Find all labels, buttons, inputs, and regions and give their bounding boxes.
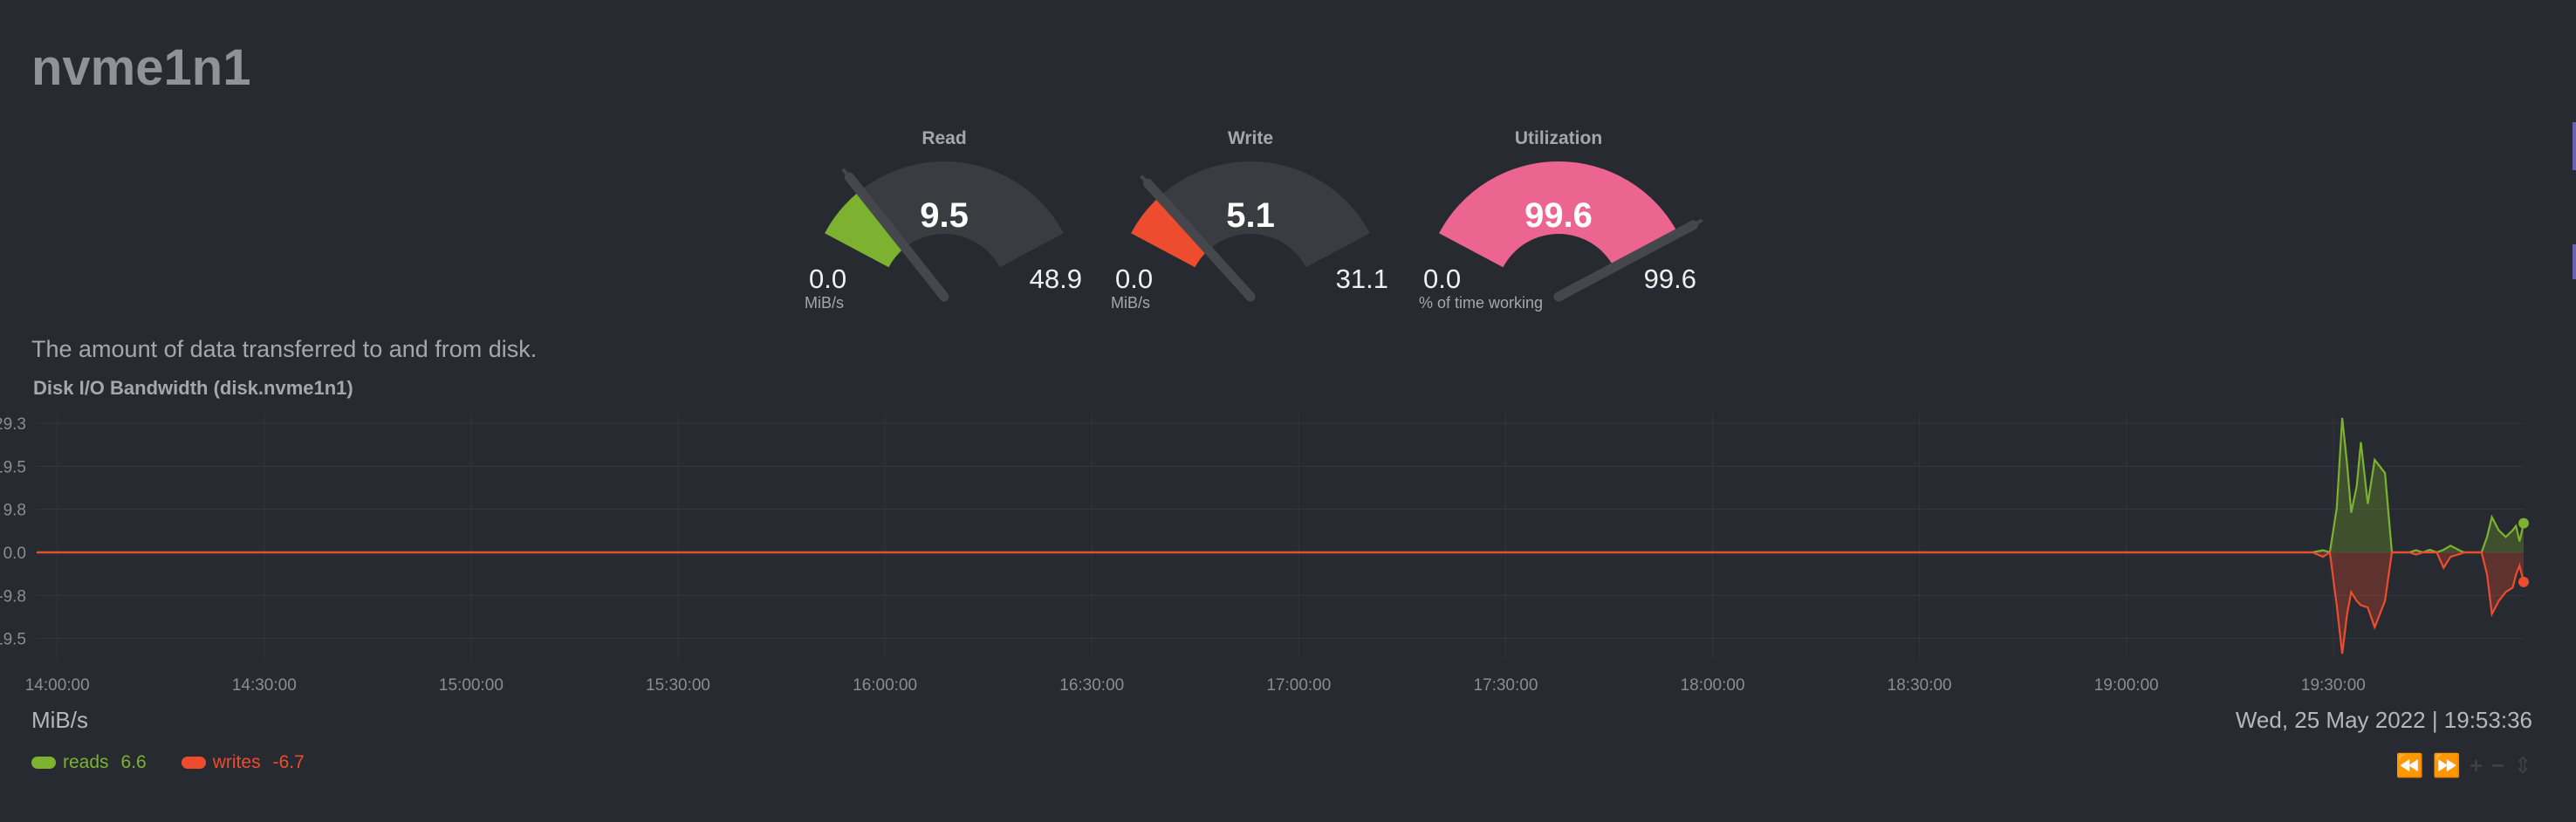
scroll-marker-top[interactable]	[2573, 122, 2576, 170]
reads-line	[37, 417, 2525, 554]
y-tick-label: -19.5	[0, 630, 26, 648]
zoom-in-icon[interactable]: +	[2470, 752, 2483, 779]
gauge-unit: MiB/s	[1111, 294, 1150, 312]
fast-forward-icon[interactable]: ⏩	[2432, 752, 2460, 779]
gauge-title: Read	[921, 128, 966, 148]
y-tick-label: 9.8	[3, 501, 26, 519]
chart-nav-buttons: ⏪ ⏩ + − ⇕	[2395, 752, 2532, 779]
y-tick-label: 19.5	[0, 459, 26, 477]
x-tick-label: 17:30:00	[1473, 676, 1538, 695]
gauge-value: 99.6	[1524, 196, 1593, 235]
x-tick-label: 19:30:00	[2301, 676, 2366, 695]
gauge-min: 0.0	[1115, 264, 1153, 294]
gauge-value: 5.1	[1226, 196, 1275, 235]
x-tick-label: 14:00:00	[25, 676, 90, 695]
resize-icon[interactable]: ⇕	[2513, 752, 2532, 779]
gauge-utilization: Utilization 99.6 0.0 99.6 % of time working	[1419, 128, 1703, 312]
gauge-title: Utilization	[1515, 128, 1602, 148]
x-tick-label: 17:00:00	[1266, 676, 1331, 695]
y-tick-label: 29.3	[0, 415, 26, 434]
x-tick-label: 19:00:00	[2094, 676, 2159, 695]
zoom-out-icon[interactable]: −	[2491, 752, 2504, 779]
x-tick-label: 16:00:00	[853, 676, 917, 695]
legend-reads-value: 6.6	[120, 752, 147, 772]
reads-last-point	[2518, 517, 2529, 529]
gauge-value: 9.5	[920, 196, 969, 235]
x-tick-label: 15:30:00	[646, 676, 710, 695]
writes-swatch	[181, 757, 206, 769]
writes-last-point	[2518, 576, 2529, 587]
chart-description: The amount of data transferred to and fr…	[31, 336, 538, 362]
x-tick-label: 18:30:00	[1887, 676, 1952, 695]
reads-area	[37, 417, 2524, 552]
y-tick-label: -9.8	[0, 588, 26, 606]
gauges-panel: Read 9.5 0.0 48.9 MiB/s Write 5.1 0.0 31.1 MiB/s U…	[0, 0, 2576, 332]
gauge-needle-tip	[1140, 175, 1150, 186]
gauge-max: 99.6	[1644, 264, 1696, 294]
gauge-title: Write	[1228, 128, 1273, 148]
chart-legend: reads 6.6 writes -6.7	[31, 752, 305, 773]
gauge-unit: MiB/s	[805, 294, 844, 312]
legend-writes[interactable]: writes -6.7	[181, 752, 305, 773]
legend-writes-label: writes	[212, 752, 261, 772]
legend-reads[interactable]: reads 6.6	[31, 752, 147, 773]
gauge-min: 0.0	[809, 264, 846, 294]
x-tick-label: 18:00:00	[1681, 676, 1745, 695]
chart-datetime: Wed, 25 May 2022 | 19:53:36	[2235, 707, 2532, 733]
x-tick-label: 14:30:00	[232, 676, 297, 695]
x-tick-label: 15:00:00	[439, 676, 504, 695]
rewind-icon[interactable]: ⏪	[2395, 752, 2423, 779]
gauge-min: 0.0	[1423, 264, 1461, 294]
legend-writes-value: -6.7	[272, 752, 305, 772]
x-tick-label: 16:30:00	[1059, 676, 1124, 695]
gauge-unit: % of time working	[1419, 294, 1543, 312]
y-tick-label: 0.0	[3, 545, 26, 563]
reads-swatch	[31, 757, 56, 769]
legend-reads-label: reads	[63, 752, 109, 772]
disk-io-chart[interactable]: 29.3 19.5 9.8 0.0 -9.8 -19.5 14:00:00 14:30:00 1…	[0, 397, 2576, 698]
y-unit-label: MiB/s	[31, 707, 88, 733]
scroll-marker-bottom[interactable]	[2573, 244, 2576, 279]
